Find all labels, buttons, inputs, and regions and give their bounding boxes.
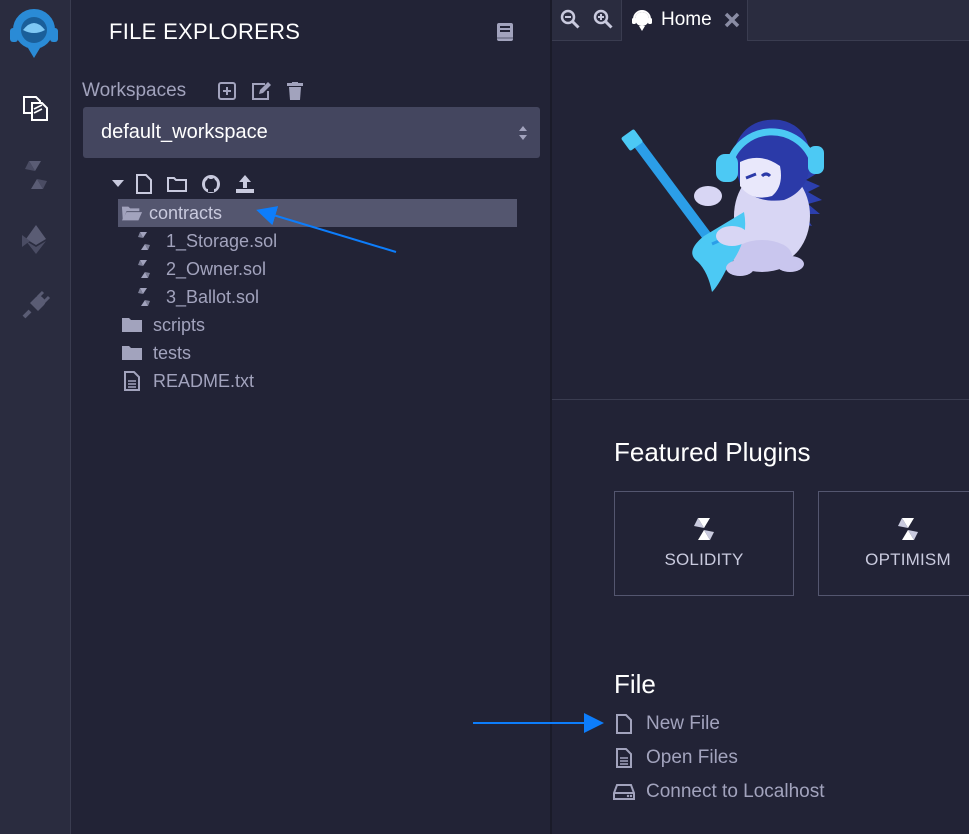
file-action-label: Open Files bbox=[646, 747, 738, 768]
folder-icon bbox=[121, 314, 143, 336]
solidity-icon bbox=[694, 518, 714, 540]
connect-localhost-link[interactable]: Connect to Localhost bbox=[612, 778, 825, 806]
hard-drive-icon bbox=[612, 780, 636, 804]
solidity-file-icon bbox=[133, 258, 155, 280]
rename-workspace-button[interactable] bbox=[251, 81, 271, 101]
tree-item-label: README.txt bbox=[153, 370, 255, 391]
workspace-select[interactable]: default_workspace bbox=[83, 107, 540, 158]
solidity-compiler-icon bbox=[24, 161, 47, 189]
tree-item-label: 3_Ballot.sol bbox=[166, 286, 260, 307]
remix-mascot-illustration bbox=[621, 119, 824, 292]
remix-logo-icon[interactable] bbox=[1, 6, 67, 62]
new-file-link[interactable]: New File bbox=[612, 710, 720, 738]
plus-square-icon bbox=[218, 82, 236, 100]
folder-open-icon bbox=[121, 202, 143, 224]
upload-icon bbox=[236, 175, 254, 193]
file-action-label: Connect to Localhost bbox=[646, 781, 825, 802]
tree-item-label: contracts bbox=[149, 202, 223, 223]
tree-item-label: tests bbox=[153, 342, 192, 363]
new-file-icon bbox=[612, 712, 636, 736]
tree-item-tests[interactable]: tests bbox=[121, 339, 191, 367]
tree-item-label: scripts bbox=[153, 314, 206, 335]
main-area: Home Featured Plugins SOLIDITY OPTIMISM … bbox=[552, 0, 969, 834]
solidity-compiler-tab[interactable] bbox=[0, 150, 71, 200]
solidity-file-icon bbox=[133, 286, 155, 308]
workspaces-label: Workspaces bbox=[82, 80, 187, 101]
new-file-icon bbox=[136, 174, 152, 194]
file-section-title: File bbox=[614, 669, 656, 699]
tab-home[interactable]: Home bbox=[621, 0, 748, 41]
text-file-icon bbox=[121, 370, 143, 392]
tree-item-readme-txt[interactable]: README.txt bbox=[121, 367, 254, 395]
zoom-out-button[interactable] bbox=[559, 8, 581, 30]
panel-title: FILE EXPLORERS bbox=[109, 19, 301, 44]
tab-home-label: Home bbox=[661, 9, 712, 30]
open-files-link[interactable]: Open Files bbox=[612, 744, 738, 772]
tree-item-1-storage-sol[interactable]: 1_Storage.sol bbox=[133, 227, 277, 255]
tree-item-scripts[interactable]: scripts bbox=[121, 311, 205, 339]
solidity-file-icon bbox=[133, 230, 155, 252]
tree-item-label: 2_Owner.sol bbox=[166, 258, 267, 279]
plugin-manager-icon bbox=[22, 290, 50, 319]
deploy-run-icon bbox=[21, 225, 46, 254]
workspace-select-value: default_workspace bbox=[101, 121, 268, 143]
zoom-out-icon bbox=[560, 9, 580, 29]
collapse-caret[interactable] bbox=[111, 174, 125, 194]
github-icon bbox=[202, 175, 220, 193]
upload-file-button[interactable] bbox=[234, 174, 256, 194]
new-file-button[interactable] bbox=[135, 174, 153, 194]
new-folder-icon bbox=[167, 177, 187, 192]
tree-item-contracts[interactable]: contracts bbox=[118, 199, 517, 227]
tree-item-2-owner-sol[interactable]: 2_Owner.sol bbox=[133, 255, 266, 283]
tree-item-label: 1_Storage.sol bbox=[166, 230, 278, 251]
close-icon[interactable] bbox=[723, 11, 741, 29]
tree-item-3-ballot-sol[interactable]: 3_Ballot.sol bbox=[133, 283, 259, 311]
section-divider bbox=[552, 399, 969, 400]
optimism-icon bbox=[898, 518, 918, 540]
caret-down-icon bbox=[112, 180, 124, 187]
plugin-card-label: SOLIDITY bbox=[664, 550, 744, 569]
file-action-label: New File bbox=[646, 713, 720, 734]
tab-bar: Home bbox=[552, 0, 969, 41]
folder-icon bbox=[121, 342, 143, 364]
deploy-run-tab[interactable] bbox=[0, 214, 71, 264]
icon-rail bbox=[0, 0, 71, 834]
plugin-manager-tab[interactable] bbox=[0, 280, 71, 330]
zoom-in-button[interactable] bbox=[592, 8, 614, 30]
github-publish-button[interactable] bbox=[200, 174, 222, 194]
remix-ide-window: FILE EXPLORERS Workspaces default_worksp… bbox=[0, 0, 969, 834]
edit-icon bbox=[252, 82, 271, 100]
remix-home-icon bbox=[632, 10, 652, 31]
featured-plugins-title: Featured Plugins bbox=[614, 437, 811, 467]
delete-workspace-button[interactable] bbox=[285, 81, 305, 101]
plugin-card-solidity[interactable]: SOLIDITY bbox=[614, 491, 794, 596]
trash-icon bbox=[287, 82, 303, 100]
plugin-card-label: OPTIMISM bbox=[865, 550, 951, 569]
documentation-book-icon[interactable] bbox=[496, 22, 514, 42]
file-explorer-tab[interactable] bbox=[0, 82, 71, 132]
open-files-icon bbox=[612, 746, 636, 770]
new-folder-button[interactable] bbox=[166, 174, 188, 194]
file-explorer-panel: FILE EXPLORERS Workspaces default_worksp… bbox=[71, 0, 550, 834]
plugin-card-optimism[interactable]: OPTIMISM bbox=[818, 491, 969, 596]
zoom-in-icon bbox=[593, 9, 613, 29]
file-explorer-icon bbox=[22, 96, 48, 121]
select-updown-icon bbox=[519, 126, 527, 140]
create-workspace-button[interactable] bbox=[217, 81, 237, 101]
